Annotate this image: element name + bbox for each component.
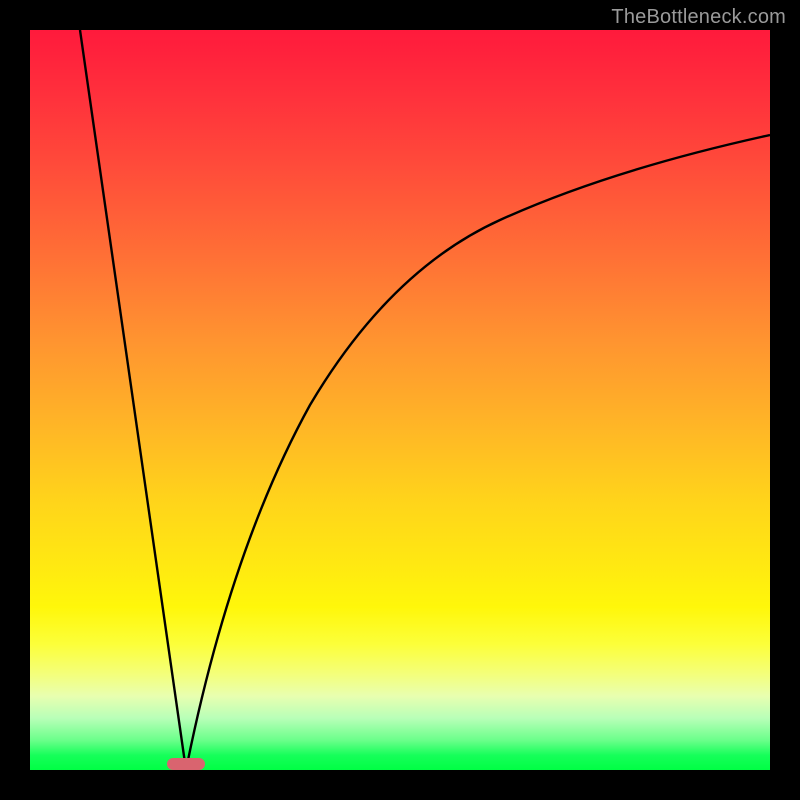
bottleneck-curve [30,30,770,770]
curve-left-branch [80,30,186,770]
optimal-marker [167,758,205,770]
watermark-text: TheBottleneck.com [611,6,786,29]
chart-frame: TheBottleneck.com [0,0,800,800]
curve-right-branch [186,135,770,770]
plot-area [30,30,770,770]
